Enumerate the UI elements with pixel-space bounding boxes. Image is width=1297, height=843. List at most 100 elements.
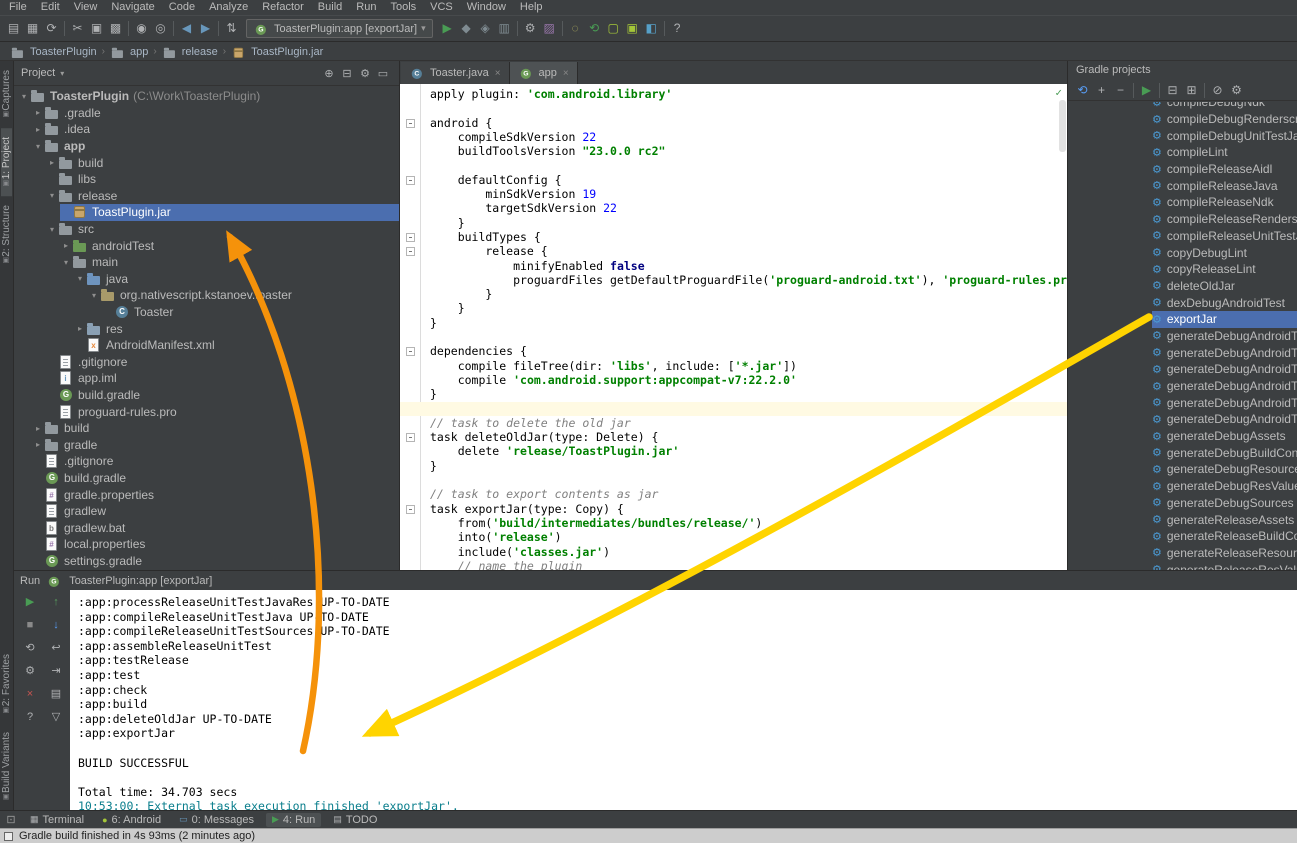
gradle-task-row[interactable]: ⚙generateDebugAndroidTestS [1068, 411, 1297, 428]
gradle-task-row[interactable]: ⚙generateDebugAndroidTestB [1068, 344, 1297, 361]
chevron-right-icon[interactable]: ▸ [60, 241, 72, 250]
tree-row[interactable]: ▾app [14, 138, 399, 155]
help-icon[interactable]: ? [22, 710, 38, 725]
tree-row[interactable]: ▾main [14, 254, 399, 271]
tree-row[interactable]: Gbuild.gradle [14, 387, 399, 404]
settings-icon[interactable]: ⚙ [521, 19, 540, 38]
tree-row[interactable]: Gsettings.gradle [14, 553, 399, 570]
tree-row[interactable]: ▸.gradle [14, 105, 399, 122]
scroll-to-end-icon[interactable]: ⇥ [48, 664, 64, 679]
gradle-task-row[interactable]: ⚙generateReleaseResValues [1068, 561, 1297, 570]
tree-row[interactable]: ▸build [14, 154, 399, 171]
breadcrumb-item[interactable]: app [110, 45, 148, 59]
settings-gear-icon[interactable]: ⚙ [356, 67, 374, 80]
offline-mode-icon[interactable]: ⊘ [1208, 81, 1227, 100]
tree-row[interactable]: ToastPlugin.jar [14, 204, 399, 221]
gradle-task-row[interactable]: ⚙copyReleaseLint [1068, 261, 1297, 278]
editor-tab-app[interactable]: Gapp× [510, 62, 578, 84]
toolwindow-tab-todo[interactable]: ▤TODO [327, 813, 383, 827]
run-configuration-select[interactable]: G ToasterPlugin:app [exportJar] ▾ [246, 19, 433, 38]
code-line[interactable]: // name the plugin [400, 559, 1067, 570]
code-line[interactable] [400, 330, 1067, 344]
settings-icon[interactable]: ⚙ [22, 664, 38, 679]
menu-item-code[interactable]: Code [162, 0, 202, 15]
project-panel-title[interactable]: Project [21, 67, 55, 79]
gradle-task-row[interactable]: ⚙compileReleaseAidl [1068, 161, 1297, 178]
menu-item-view[interactable]: View [67, 0, 105, 15]
gradle-task-row[interactable]: ⚙generateReleaseAssets [1068, 511, 1297, 528]
stripe-button-1-project[interactable]: ▣1: Project [1, 128, 12, 196]
chevron-down-icon[interactable]: ▾ [46, 225, 58, 234]
editor-scrollbar[interactable] [1059, 100, 1066, 152]
tree-row[interactable]: ▸build [14, 420, 399, 437]
menu-item-tools[interactable]: Tools [383, 0, 423, 15]
toolwindow-tab-6-android[interactable]: ●6: Android [96, 813, 167, 827]
tree-row[interactable]: CToaster [14, 304, 399, 321]
code-line[interactable]: dependencies { [400, 344, 1067, 358]
attach-project-icon[interactable]: + [1092, 81, 1111, 100]
tree-row[interactable]: bgradlew.bat [14, 519, 399, 536]
hide-panel-icon[interactable]: ▭ [374, 67, 392, 80]
breadcrumb-item[interactable]: ToasterPlugin [10, 45, 97, 59]
tree-row[interactable]: ▸.idea [14, 121, 399, 138]
toolwindow-switcher-icon[interactable]: ⊡ [4, 813, 18, 826]
close-icon[interactable]: × [22, 687, 38, 702]
code-line[interactable]: targetSdkVersion 22 [400, 201, 1067, 215]
code-line[interactable]: } [400, 459, 1067, 473]
refresh-all-icon[interactable]: ⟲ [1073, 81, 1092, 100]
chevron-down-icon[interactable]: ▾ [46, 191, 58, 200]
breadcrumb-item[interactable]: ToastPlugin.jar [231, 45, 323, 59]
print-icon[interactable]: ▤ [48, 687, 64, 702]
code-line[interactable]: task exportJar(type: Copy) { [400, 502, 1067, 516]
cut-icon[interactable]: ✂ [68, 19, 87, 38]
menu-item-edit[interactable]: Edit [34, 0, 67, 15]
code-line[interactable]: } [400, 301, 1067, 315]
code-line[interactable] [400, 101, 1067, 115]
close-tab-icon[interactable]: × [563, 68, 569, 79]
code-line[interactable]: task deleteOldJar(type: Delete) { [400, 430, 1067, 444]
gradle-task-row[interactable]: ⚙compileDebugNdk [1068, 102, 1297, 111]
stripe-button-captures[interactable]: ▣Captures [1, 61, 12, 128]
tree-row[interactable]: ▸gradle [14, 436, 399, 453]
menu-item-file[interactable]: File [2, 0, 34, 15]
editor-body[interactable]: apply plugin: 'com.android.library' andro… [400, 84, 1067, 570]
tree-row[interactable]: proguard-rules.pro [14, 403, 399, 420]
coverage-icon[interactable]: ◈ [476, 19, 495, 38]
tree-row[interactable]: ▾org.nativescript.kstanoev.toaster [14, 287, 399, 304]
chevron-right-icon[interactable]: ▸ [74, 324, 86, 333]
tree-row[interactable]: xAndroidManifest.xml [14, 337, 399, 354]
soft-wrap-icon[interactable]: ↩ [48, 641, 64, 656]
tree-row[interactable]: ▾java [14, 271, 399, 288]
save-all-icon[interactable]: ▦ [23, 19, 42, 38]
gradle-task-row[interactable]: ⚙compileDebugUnitTestJava [1068, 127, 1297, 144]
code-line[interactable]: into('release') [400, 530, 1067, 544]
menu-item-analyze[interactable]: Analyze [202, 0, 255, 15]
code-line[interactable]: } [400, 387, 1067, 401]
inspect-code-icon[interactable]: ◌ [566, 19, 585, 38]
down-stack-trace-icon[interactable]: ↓ [48, 618, 64, 633]
tree-row[interactable]: Gbuild.gradle [14, 470, 399, 487]
gradle-task-row[interactable]: ⚙compileReleaseRenderscript [1068, 211, 1297, 228]
code-line[interactable]: buildTypes { [400, 230, 1067, 244]
device-monitor-icon[interactable]: ◧ [642, 19, 661, 38]
stripe-button-2-structure[interactable]: ▣2: Structure [1, 196, 12, 274]
gradle-task-row[interactable]: ⚙dexDebugAndroidTest [1068, 294, 1297, 311]
code-line[interactable]: compileSdkVersion 22 [400, 130, 1067, 144]
tree-row[interactable]: libs [14, 171, 399, 188]
collapse-all-icon[interactable]: ⊟ [1163, 81, 1182, 100]
code-line[interactable]: defaultConfig { [400, 173, 1067, 187]
code-line[interactable]: } [400, 287, 1067, 301]
code-line[interactable]: minSdkVersion 19 [400, 187, 1067, 201]
run-console-output[interactable]: :app:processReleaseUnitTestJavaRes UP-TO… [70, 590, 1297, 810]
code-line[interactable]: apply plugin: 'com.android.library' [400, 87, 1067, 101]
code-line[interactable]: android { [400, 116, 1067, 130]
gradle-task-row[interactable]: ⚙generateDebugResources [1068, 461, 1297, 478]
project-tree[interactable]: ▾ToasterPlugin (C:\Work\ToasterPlugin)▸.… [14, 88, 399, 570]
gradle-task-row[interactable]: ⚙copyDebugLint [1068, 244, 1297, 261]
attach-debugger-icon[interactable]: ⇅ [222, 19, 241, 38]
detach-project-icon[interactable]: − [1111, 81, 1130, 100]
help-icon[interactable]: ? [668, 19, 687, 38]
run-panel-title[interactable]: Run [20, 575, 40, 587]
up-stack-trace-icon[interactable]: ↑ [48, 595, 64, 610]
gradle-task-row[interactable]: ⚙generateDebugAndroidTestR [1068, 378, 1297, 395]
